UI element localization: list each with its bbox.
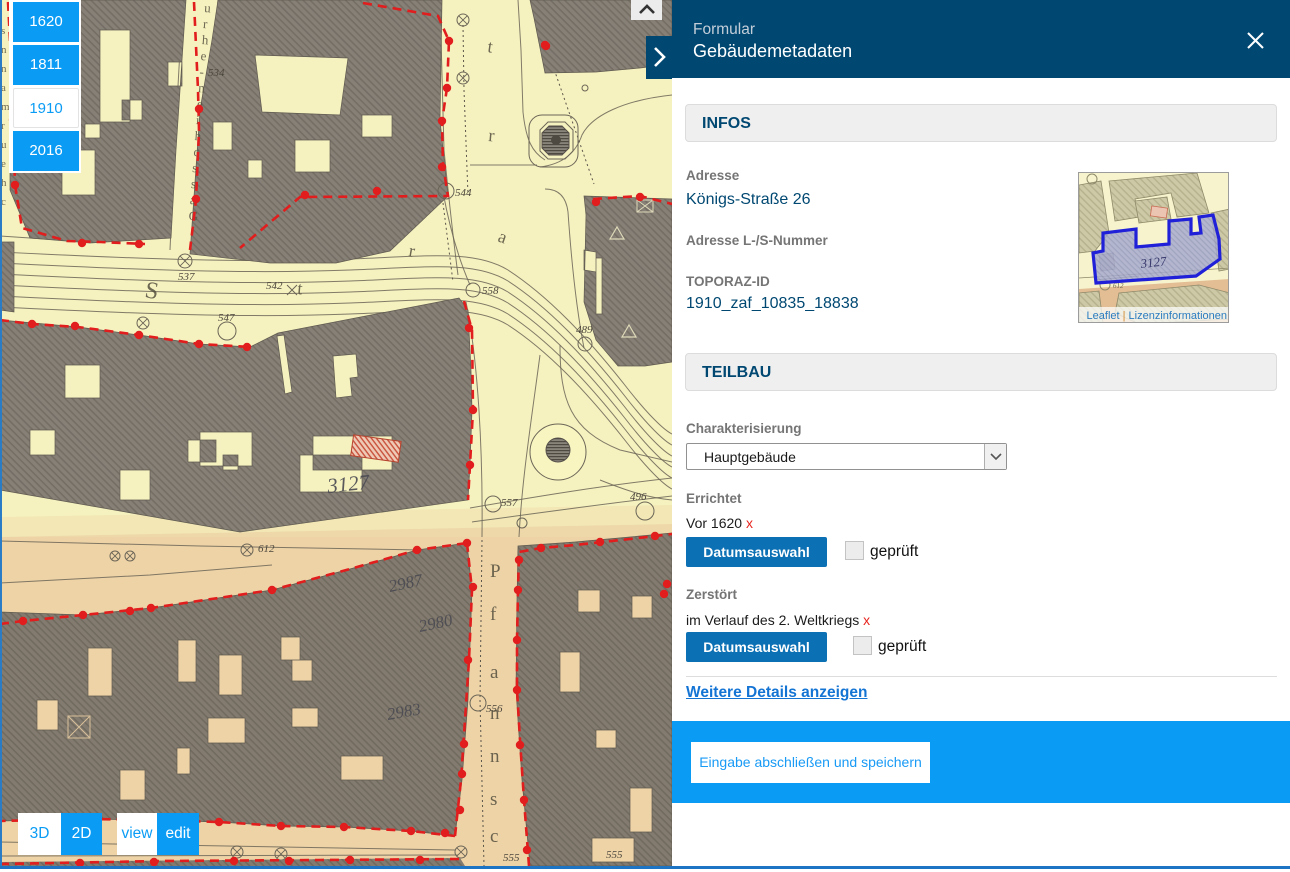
svg-text:555: 555: [503, 852, 520, 864]
svg-text:558: 558: [482, 285, 499, 297]
svg-text:537: 537: [178, 271, 195, 283]
svg-text:f: f: [490, 604, 497, 625]
svg-text:612: 612: [258, 543, 275, 555]
svg-text:P: P: [490, 561, 501, 582]
svg-text:555: 555: [606, 849, 623, 861]
svg-text:n: n: [490, 703, 500, 724]
svg-text:542: 542: [266, 280, 283, 292]
svg-text:489: 489: [576, 324, 593, 336]
svg-text:544: 544: [455, 187, 472, 199]
svg-text:3127: 3127: [325, 470, 372, 499]
svg-text:a: a: [490, 662, 499, 683]
svg-text:n: n: [490, 746, 500, 767]
svg-text:Leaflet | Lizenzinformationen: Leaflet | Lizenzinformationen: [1087, 310, 1227, 322]
svg-text:496: 496: [630, 491, 647, 503]
svg-text:534: 534: [208, 67, 225, 79]
svg-text:547: 547: [218, 312, 235, 324]
svg-text:c: c: [490, 826, 498, 847]
svg-text:s: s: [490, 789, 497, 810]
svg-text:557: 557: [501, 497, 518, 509]
svg-text:3127: 3127: [1139, 253, 1168, 271]
